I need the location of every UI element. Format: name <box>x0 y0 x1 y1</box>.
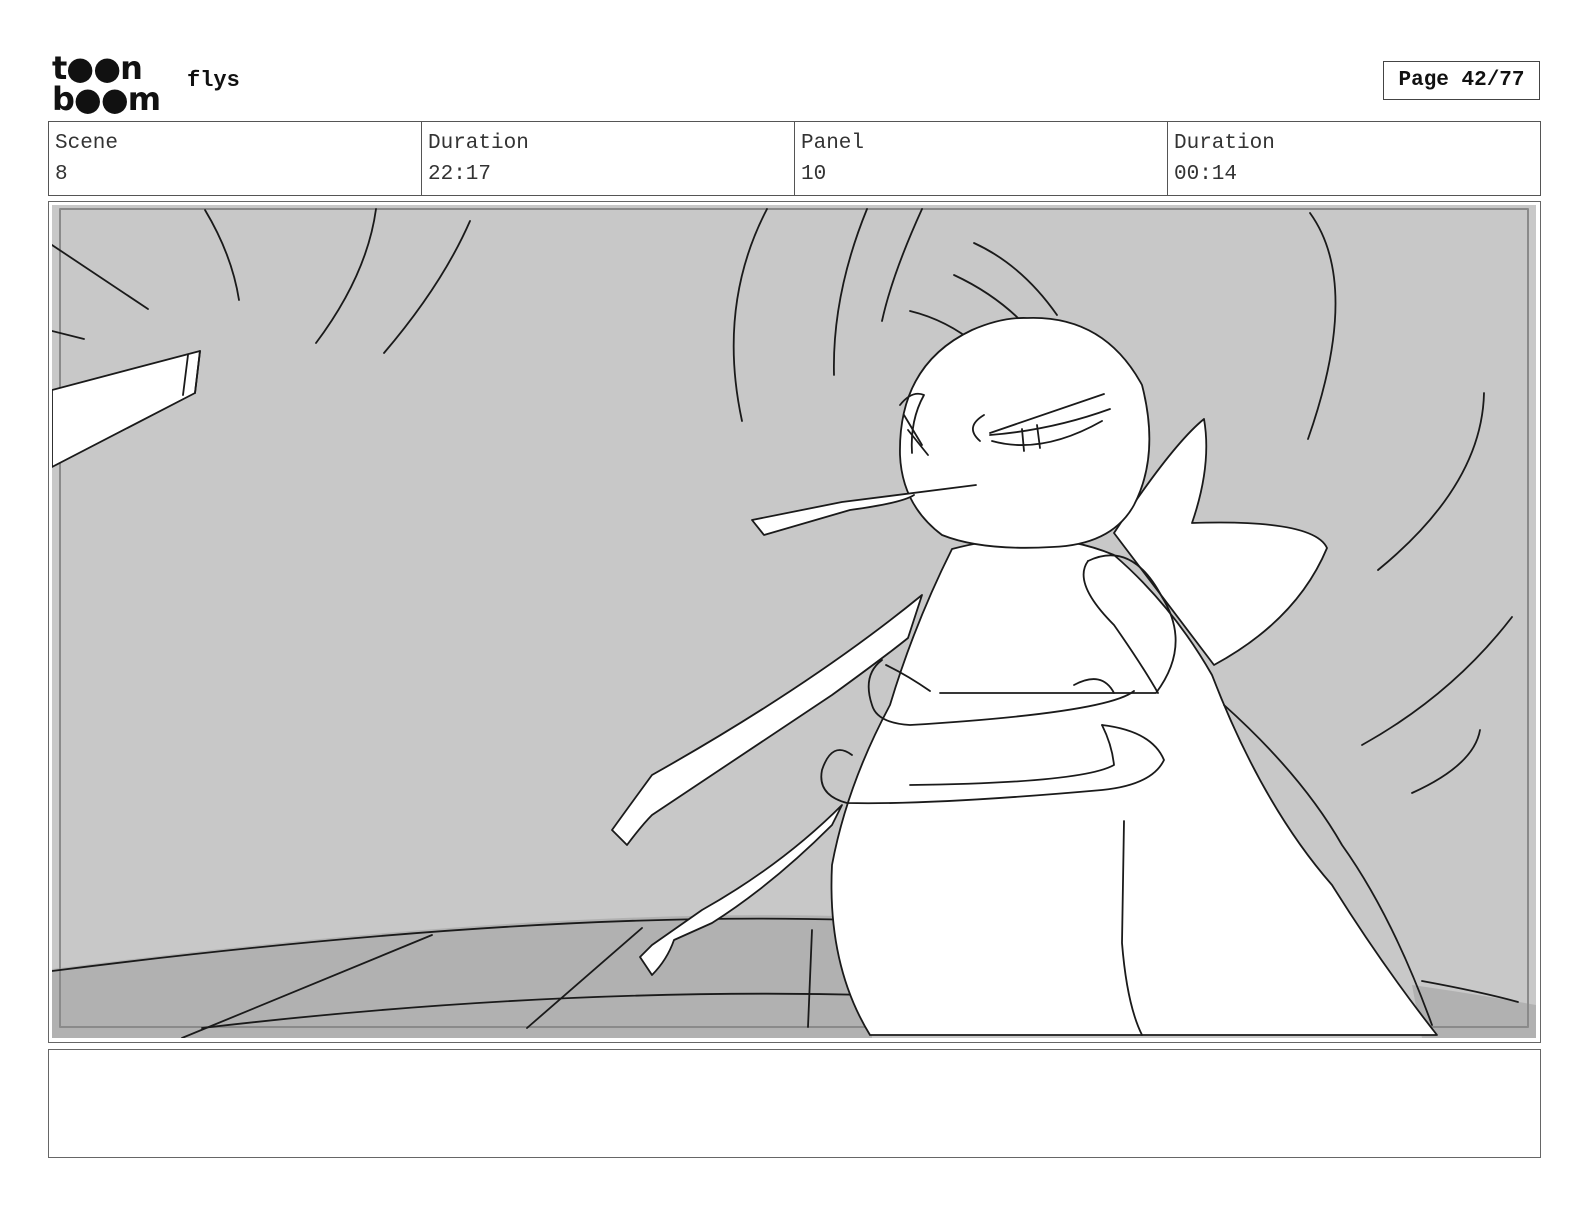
panel-duration-value: 00:14 <box>1174 163 1238 186</box>
page-number: Page 42/77 <box>1383 61 1540 100</box>
panel-notes-box <box>48 1049 1541 1158</box>
panel-duration-label: Duration <box>1174 132 1275 155</box>
panel-cell: Panel 10 <box>795 122 1168 195</box>
scene-label: Scene <box>55 132 119 155</box>
scene-duration-label: Duration <box>428 132 529 155</box>
scene-duration-cell: Duration 22:17 <box>422 122 795 195</box>
storyboard-panel-frame <box>48 201 1541 1043</box>
panel-value: 10 <box>801 163 827 186</box>
scene-cell: Scene 8 <box>49 122 422 195</box>
scene-info-table: Scene 8 Duration 22:17 Panel 10 Duration… <box>48 121 1541 196</box>
panel-duration-cell: Duration 00:14 <box>1168 122 1540 195</box>
svg-text:b●●m: b●●m <box>52 80 160 114</box>
scene-duration-value: 22:17 <box>428 163 492 186</box>
toonboom-logo: t●●n b●●m <box>52 50 161 114</box>
scene-value: 8 <box>55 163 68 186</box>
panel-label: Panel <box>801 132 865 155</box>
storyboard-sketch <box>52 205 1536 1038</box>
fly-head <box>899 317 1151 549</box>
project-title: flys <box>187 68 240 93</box>
